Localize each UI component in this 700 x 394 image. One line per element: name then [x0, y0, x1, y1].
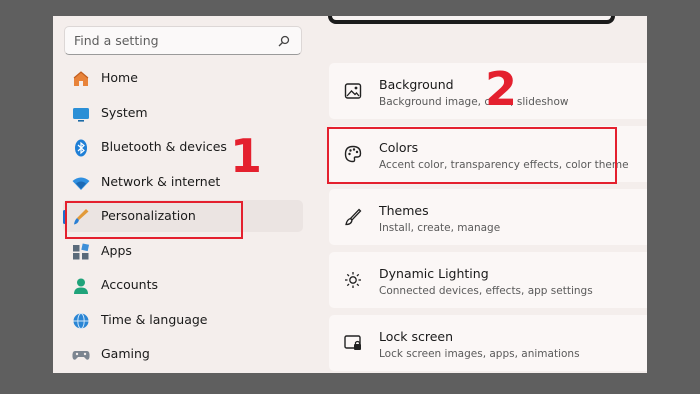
search-icon[interactable]	[277, 34, 291, 48]
apps-icon	[73, 243, 90, 260]
sidebar-item-label: System	[101, 105, 148, 120]
card-title: Background	[379, 77, 454, 92]
card-themes[interactable]: Themes Install, create, manage	[329, 189, 647, 245]
sidebar-item-label: Personalization	[101, 208, 196, 223]
paintbrush-icon	[74, 209, 89, 225]
step-number-1: 1	[230, 129, 263, 183]
card-title: Dynamic Lighting	[379, 266, 489, 281]
sidebar-item-personalization[interactable]: Personalization	[63, 200, 303, 232]
sidebar-item-system[interactable]: System	[63, 97, 303, 129]
image-icon	[344, 83, 362, 99]
card-lock-screen[interactable]: Lock screen Lock screen images, apps, an…	[329, 315, 647, 371]
sidebar-item-gaming[interactable]: Gaming	[63, 338, 303, 370]
sidebar-item-label: Accounts	[101, 277, 158, 292]
monitor-preview	[328, 16, 615, 24]
brush-icon	[345, 208, 362, 226]
sidebar-item-network[interactable]: Network & internet	[63, 166, 303, 198]
sidebar-item-apps[interactable]: Apps	[63, 235, 303, 267]
system-display-icon	[73, 108, 89, 122]
sidebar-item-bluetooth[interactable]: Bluetooth & devices	[63, 131, 303, 163]
palette-icon	[344, 145, 362, 163]
card-colors[interactable]: Colors Accent color, transparency effect…	[329, 126, 647, 182]
card-title: Colors	[379, 140, 419, 155]
sidebar-item-label: Bluetooth & devices	[101, 139, 227, 154]
sidebar-item-label: Apps	[101, 243, 132, 258]
home-icon	[73, 71, 89, 86]
search-input[interactable]	[74, 33, 274, 48]
sun-lighting-icon	[345, 272, 361, 288]
search-box[interactable]	[64, 26, 302, 55]
settings-window: Home System Bluetooth & devices Network …	[53, 16, 647, 373]
card-description: Lock screen images, apps, animations	[379, 348, 580, 360]
card-description: Background image, color, slideshow	[379, 96, 569, 108]
card-title: Themes	[379, 203, 429, 218]
sidebar-item-home[interactable]: Home	[63, 62, 303, 94]
sidebar-item-label: Network & internet	[101, 174, 221, 189]
card-title: Lock screen	[379, 329, 454, 344]
step-number-2: 2	[485, 62, 518, 116]
globe-clock-icon	[73, 313, 89, 329]
sidebar-item-accounts[interactable]: Accounts	[63, 269, 303, 301]
sidebar-item-label: Time & language	[101, 312, 208, 327]
account-icon	[74, 278, 88, 294]
wifi-icon	[72, 177, 90, 190]
bluetooth-icon	[75, 139, 87, 157]
sidebar-item-time-language[interactable]: Time & language	[63, 304, 303, 336]
card-description: Install, create, manage	[379, 222, 501, 234]
sidebar-item-label: Home	[101, 70, 138, 85]
selection-marker	[63, 210, 66, 224]
card-dynamic-lighting[interactable]: Dynamic Lighting Connected devices, effe…	[329, 252, 647, 308]
card-description: Connected devices, effects, app settings	[379, 285, 593, 297]
sidebar-item-label: Gaming	[101, 346, 150, 361]
card-description: Accent color, transparency effects, colo…	[379, 159, 629, 171]
gamepad-icon	[72, 351, 90, 360]
lock-screen-icon	[344, 335, 361, 350]
